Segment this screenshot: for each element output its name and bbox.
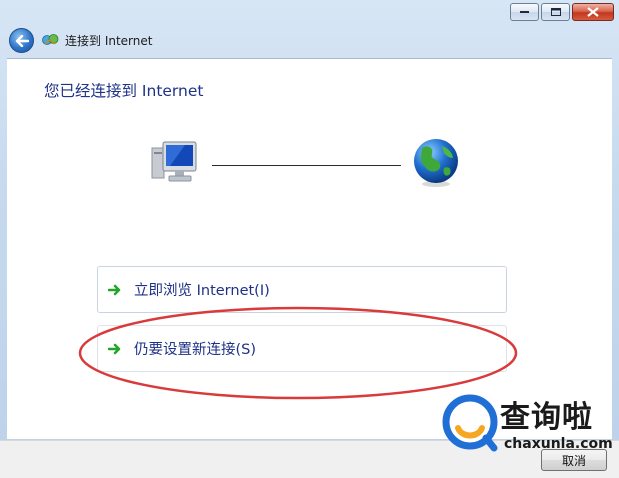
green-arrow-icon (108, 284, 121, 295)
back-button[interactable] (9, 28, 34, 53)
watermark-domain: chaxunla.com (504, 436, 613, 452)
network-icon (42, 34, 59, 45)
maximize-button[interactable] (541, 3, 570, 21)
minimize-icon (519, 11, 529, 13)
window-title: 连接到 Internet (65, 34, 153, 48)
title-bar: 连接到 Internet (0, 0, 619, 58)
maximize-icon (550, 8, 561, 16)
back-arrow-icon (15, 34, 29, 47)
minimize-button[interactable] (510, 3, 539, 21)
close-button[interactable] (572, 3, 614, 21)
window-controls (510, 3, 614, 21)
page-heading: 您已经连接到 Internet (44, 82, 204, 100)
close-icon (587, 7, 599, 17)
connection-line (212, 165, 401, 166)
browse-internet-label: 立即浏览 Internet(I) (134, 283, 270, 299)
globe-icon (414, 139, 458, 187)
watermark-brand: 查询啦 (500, 400, 593, 435)
computer-icon (151, 141, 197, 182)
